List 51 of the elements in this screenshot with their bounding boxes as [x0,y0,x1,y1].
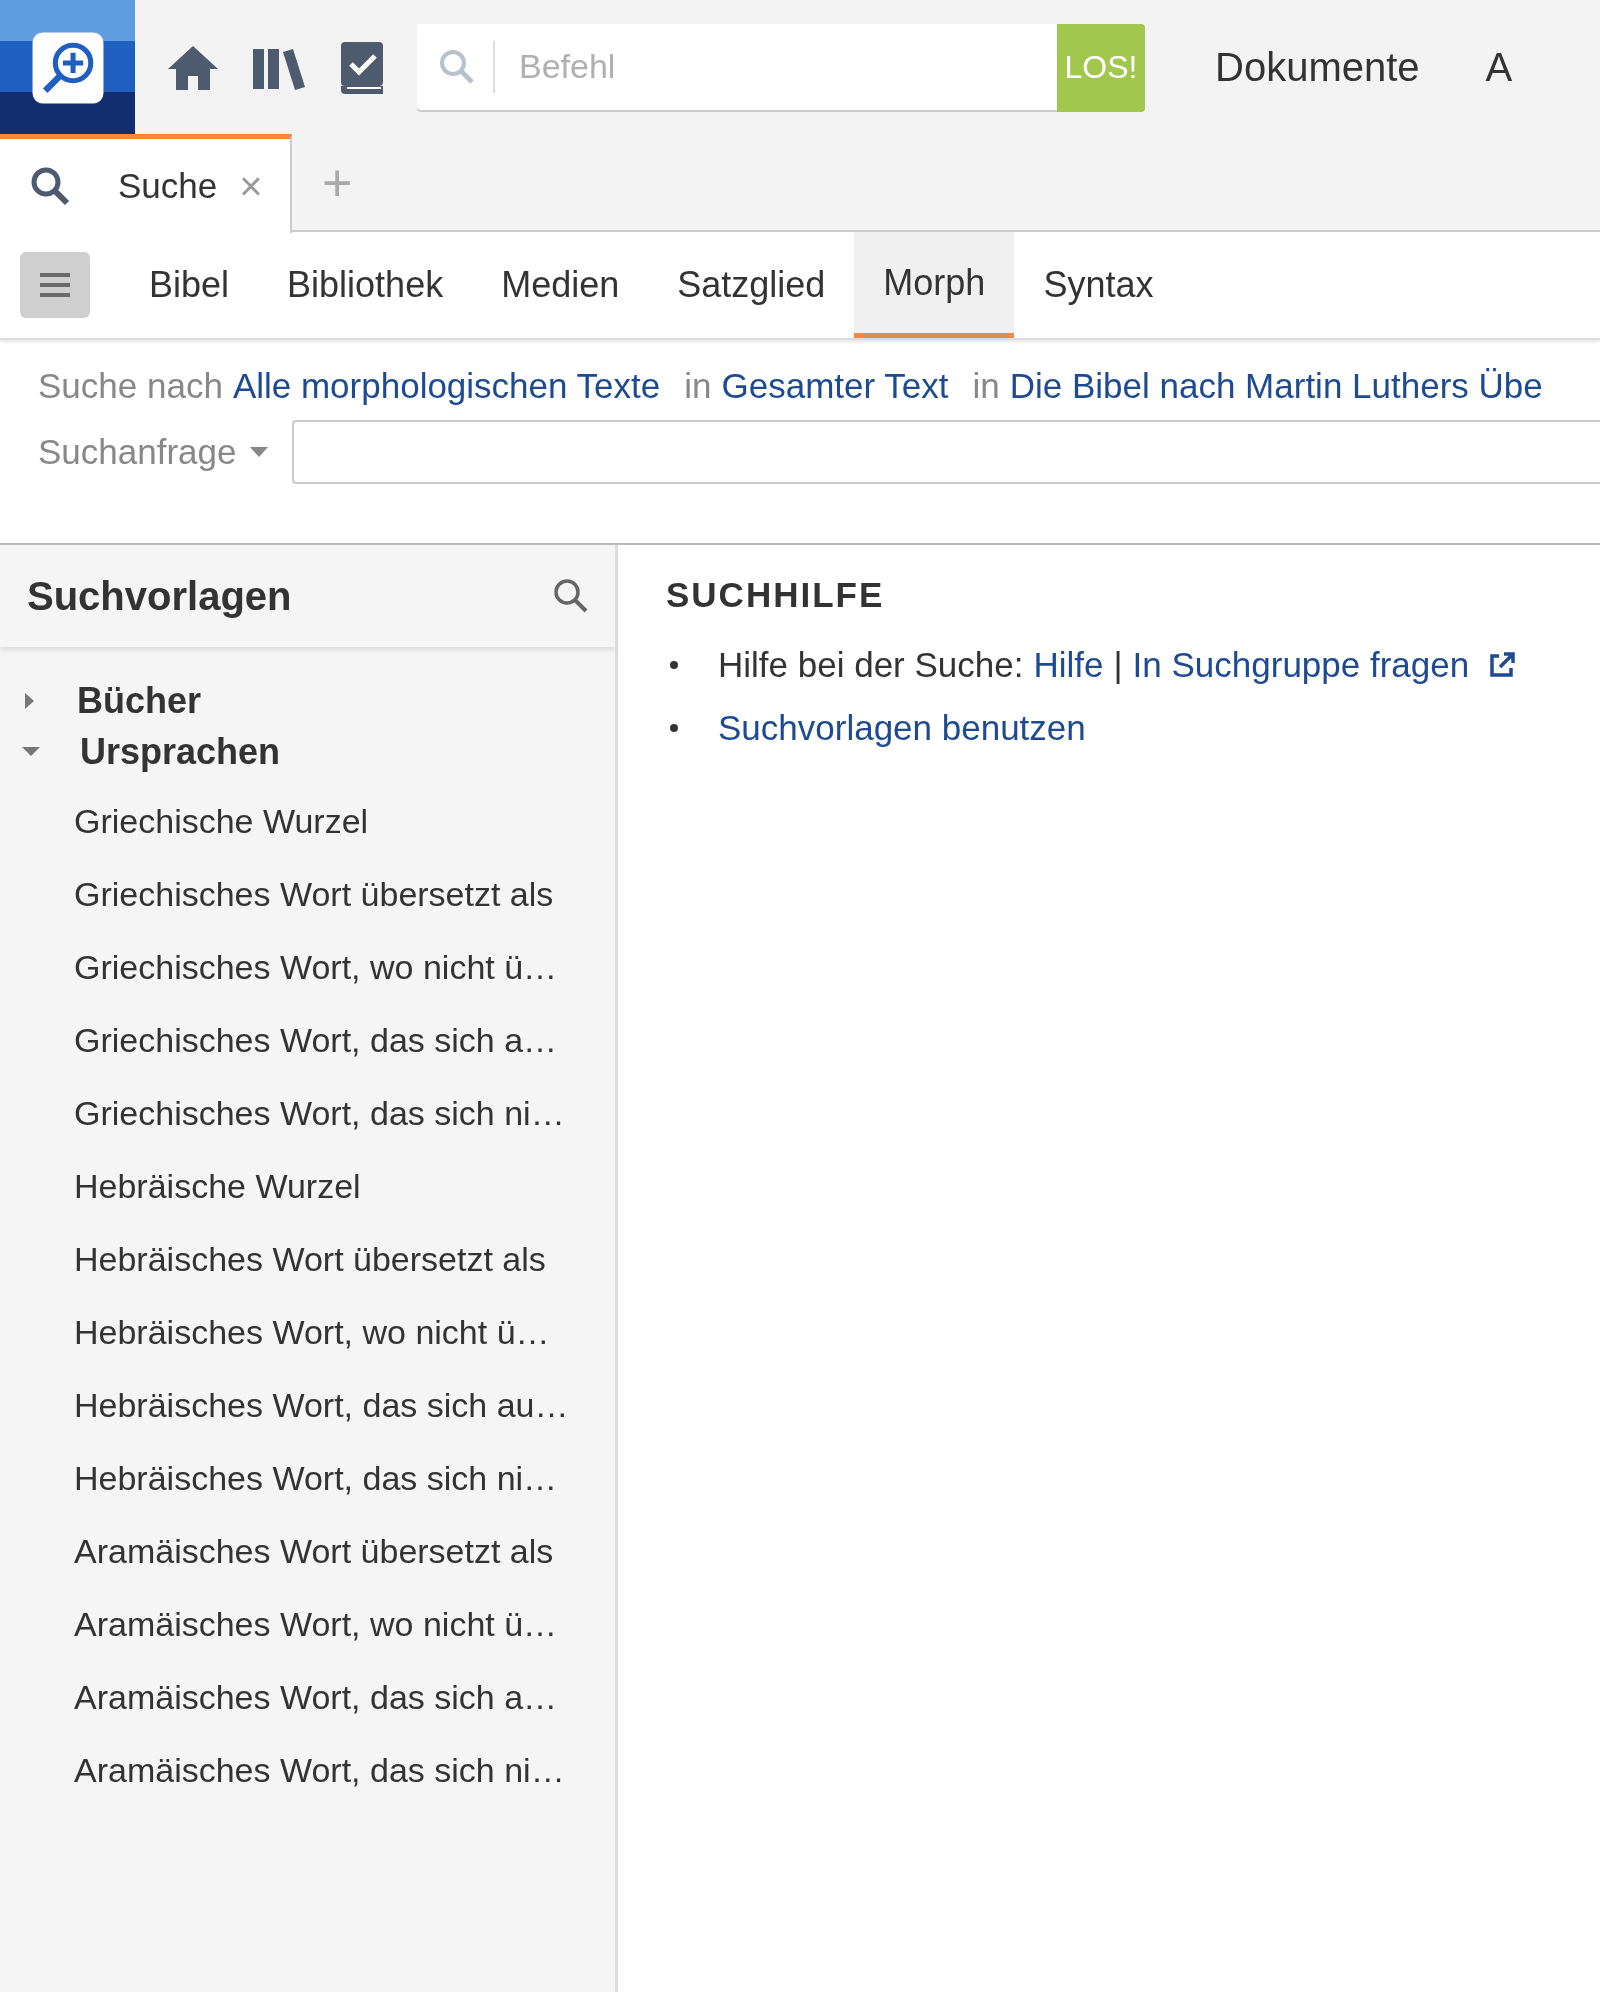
tree-item[interactable]: Aramäisches Wort übersetzt als [0,1515,615,1588]
search-type-tab[interactable]: Medien [472,232,649,338]
help-text: Hilfe bei der Suche: [718,644,1024,685]
search-type-tab[interactable]: Bibliothek [258,232,473,338]
tree-item[interactable]: Hebräisches Wort, das sich ni… [0,1442,615,1515]
menu-icon[interactable] [38,272,72,298]
tree-item[interactable]: Griechisches Wort, das sich ni… [0,1077,615,1150]
tree-item[interactable]: Aramäisches Wort, das sich a… [0,1661,615,1734]
app-logo[interactable] [0,0,135,135]
tree-item[interactable]: Aramäisches Wort, wo nicht ü… [0,1588,615,1661]
query-field[interactable] [292,420,1600,484]
tree-item[interactable]: Hebräische Wurzel [0,1150,615,1223]
help-text: | [1113,644,1123,685]
tree-node[interactable]: Ursprachen [0,726,615,777]
bullet-icon [670,660,678,669]
search-type-tab[interactable]: Bibel [120,232,259,338]
tree-item[interactable]: Hebräisches Wort, wo nicht ü… [0,1296,615,1369]
help-link[interactable]: In Suchgruppe fragen [1132,644,1470,685]
command-field[interactable]: Befehl [417,23,1057,110]
help-link[interactable]: Suchvorlagen benutzen [718,707,1086,748]
tree-item[interactable]: Hebräisches Wort übersetzt als [0,1223,615,1296]
tree-item[interactable]: Griechisches Wort, wo nicht ü… [0,931,615,1004]
search-type-tab[interactable]: Satzglied [648,232,855,338]
external-link-icon[interactable] [1487,649,1518,680]
scope-label: Suche nach [38,366,223,406]
bullet-icon [670,723,678,732]
menu-item[interactable]: Dokumente [1215,45,1420,90]
scope-link[interactable]: Die Bibel nach Martin Luthers Übe [1009,366,1543,406]
scope-link[interactable]: Gesamter Text [721,366,949,406]
query-type-dropdown[interactable]: Suchanfrage [38,432,292,472]
tree-item[interactable]: Hebräisches Wort, das sich au… [0,1369,615,1442]
tab-label: Suche [118,166,218,206]
tree-node[interactable]: Bücher [0,675,615,726]
menu-button[interactable] [20,252,90,318]
scope-label: in [972,366,1000,406]
search-type-tab[interactable]: Syntax [1014,232,1183,338]
menu-item[interactable]: A [1485,45,1513,90]
tree-item[interactable]: Griechische Wurzel [0,785,615,858]
tree-item[interactable]: Griechisches Wort, das sich a… [0,1004,615,1077]
tree-item[interactable]: Griechisches Wort übersetzt als [0,858,615,931]
help-link[interactable]: Hilfe [1033,644,1104,685]
help-heading: SUCHHILFE [666,575,886,615]
search-tab[interactable]: Suche × [0,134,292,233]
tree-item[interactable]: Aramäisches Wort, das sich ni… [0,1734,615,1807]
collapsed-caret-icon[interactable] [25,692,34,709]
search-type-tab[interactable]: Morph [854,232,1015,338]
expanded-caret-icon[interactable] [22,747,40,756]
scope-link[interactable]: Alle morphologischen Texte [232,366,661,406]
sidebar-title: Suchvorlagen [27,573,292,619]
scope-label: in [684,366,712,406]
caret-icon [250,447,269,457]
